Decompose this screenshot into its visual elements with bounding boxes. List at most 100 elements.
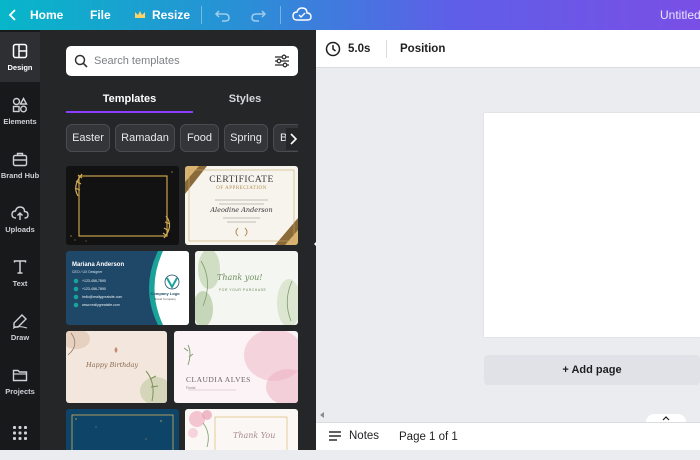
horizontal-scrollbar[interactable]: [316, 410, 700, 420]
rail-item-brand-hub[interactable]: Brand Hub: [0, 140, 40, 190]
template-thumbnail[interactable]: [66, 166, 179, 245]
claudia-name: CLAUDIA ALVES: [186, 375, 251, 384]
chevron-right-icon: [290, 133, 297, 145]
search-input[interactable]: [94, 55, 254, 67]
home-label: Home: [30, 8, 64, 22]
tab-underline: [66, 111, 193, 113]
card-phone: +123-456-7890: [82, 287, 106, 291]
category-chips: Easter Ramadan Food Spring Bi: [66, 124, 298, 154]
redo-button[interactable]: [249, 7, 267, 23]
notes-label: Notes: [349, 430, 380, 442]
resize-label: Resize: [152, 8, 191, 22]
scroll-left-arrow-icon: [320, 412, 324, 418]
clock-icon: [325, 41, 341, 57]
notes-button[interactable]: Notes: [328, 430, 379, 442]
thankyou-script: Thank you!: [217, 273, 263, 282]
rail-item-draw[interactable]: Draw: [0, 302, 40, 352]
chip-spring[interactable]: Spring: [224, 124, 268, 152]
rail-label: Elements: [3, 116, 37, 126]
card-phone: +123-456-7890: [82, 279, 106, 283]
canvas-area: 5.0s Position + Add page Notes Page 1 of…: [316, 30, 700, 450]
crown-icon: [135, 11, 145, 18]
folder-icon: [12, 369, 28, 381]
bottom-bar: Notes Page 1 of 1: [316, 422, 700, 450]
certificate-subtitle: OF APPRECIATION: [216, 186, 267, 191]
left-rail: Design Elements Brand Hub Uploads Text D…: [0, 30, 40, 450]
page-indicator[interactable]: Page 1 of 1: [399, 431, 458, 443]
chip-easter[interactable]: Easter: [66, 124, 110, 152]
home-button[interactable]: Home: [8, 0, 63, 30]
shapes-icon: [12, 96, 28, 112]
cloud-save-status[interactable]: [292, 6, 312, 24]
divider: [280, 6, 281, 24]
rail-label: Text: [12, 278, 28, 288]
design-page[interactable]: [484, 113, 700, 337]
chip-ramadan[interactable]: Ramadan: [115, 124, 175, 152]
card-name: Mariana Anderson: [72, 262, 125, 268]
duration-button[interactable]: 5.0s: [325, 41, 370, 57]
certificate-title: CERTIFICATE: [209, 175, 274, 185]
panel-tabs: Templates Styles: [66, 85, 316, 113]
template-thumbnail[interactable]: CERTIFICATE OF APPRECIATION Aleodine And…: [185, 166, 298, 245]
rail-label: Brand Hub: [0, 170, 40, 180]
card-company-logo: Company Logo: [150, 291, 180, 296]
pen-icon: [12, 313, 28, 329]
resize-button[interactable]: Resize: [134, 0, 190, 30]
notes-icon: [329, 431, 341, 441]
claudia-role: Florist: [186, 386, 196, 390]
template-thumbnail[interactable]: Thank you! FOR YOUR PURCHASE: [195, 251, 298, 325]
divider: [201, 6, 202, 24]
chevron-up-icon: [662, 416, 670, 421]
card-website: www.reallygreatsite.com: [82, 303, 120, 307]
blue-gold-art: [66, 409, 179, 450]
rail-item-elements[interactable]: Elements: [0, 86, 40, 136]
layout-icon: [12, 43, 28, 58]
thankyou2-text: Thank You: [233, 431, 276, 440]
apps-grid-icon: [13, 426, 27, 440]
template-thumbnail[interactable]: Mariana Anderson CEO / UX Designer +123-…: [66, 251, 189, 325]
cloud-upload-icon: [11, 205, 29, 220]
chevron-left-icon: [8, 9, 16, 21]
toolbar-divider: [386, 40, 387, 58]
duration-label: 5.0s: [348, 43, 371, 55]
search-box[interactable]: [66, 46, 298, 76]
file-menu-button[interactable]: File: [90, 0, 111, 30]
filter-icon[interactable]: [274, 54, 290, 68]
cloud-check-icon: [292, 7, 312, 21]
pink-watercolor-art: [183, 331, 298, 403]
text-icon: [13, 259, 27, 274]
template-thumbnail[interactable]: Thank You: [185, 409, 298, 450]
rail-label: Design: [7, 62, 33, 72]
tab-templates[interactable]: Templates: [66, 85, 193, 113]
rail-label: Uploads: [5, 224, 35, 234]
tab-styles[interactable]: Styles: [193, 85, 297, 113]
redo-icon: [251, 10, 267, 22]
undo-icon: [214, 10, 230, 22]
briefcase-icon: [12, 152, 28, 166]
rail-item-uploads[interactable]: Uploads: [0, 194, 40, 244]
rail-item-text[interactable]: Text: [0, 248, 40, 298]
thankyou-subtitle: FOR YOUR PURCHASE: [219, 288, 267, 292]
rail-item-design[interactable]: Design: [0, 32, 40, 82]
template-thumbnail[interactable]: Happy Birthday: [66, 331, 167, 403]
card-email: hello@reallygreatsite.com: [82, 295, 123, 299]
rail-item-projects[interactable]: Projects: [0, 356, 40, 406]
file-label: File: [90, 8, 111, 22]
template-thumbnail[interactable]: [66, 409, 179, 450]
pink-floral-art: [188, 410, 288, 450]
chips-scroll-right-button[interactable]: [286, 128, 300, 150]
document-title[interactable]: Untitled: [660, 8, 700, 22]
card-company-tagline: Brand Company: [154, 297, 176, 301]
add-page-button[interactable]: + Add page: [484, 355, 700, 385]
certificate-name: Aleodine Anderson: [210, 206, 273, 214]
undo-button[interactable]: [214, 7, 232, 23]
template-thumbnail[interactable]: CLAUDIA ALVES Florist: [174, 331, 298, 403]
card-role: CEO / UX Designer: [72, 270, 103, 274]
chip-food[interactable]: Food: [180, 124, 219, 152]
gold-frame-art: [66, 166, 179, 245]
position-button[interactable]: Position: [400, 43, 445, 55]
rail-item-apps[interactable]: [0, 410, 40, 460]
search-icon: [74, 54, 88, 68]
top-bar: Home File Resize Untitled: [0, 0, 700, 30]
birthday-text: Happy Birthday: [86, 361, 139, 369]
